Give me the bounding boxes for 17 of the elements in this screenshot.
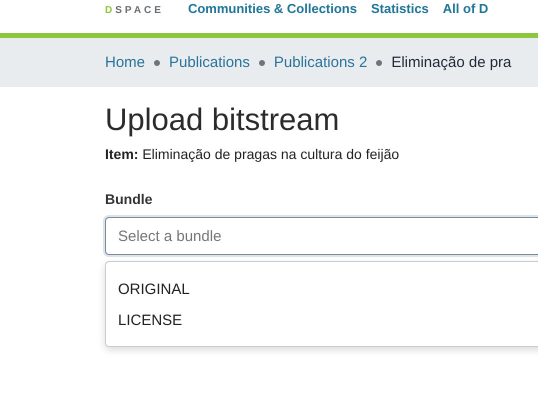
dropdown-option[interactable]: ORIGINAL	[106, 274, 538, 305]
separator-dot-icon	[258, 60, 265, 66]
separator-dot-icon	[376, 60, 382, 66]
nav-link[interactable]: Communities & Collections	[188, 1, 357, 16]
dspace-logo[interactable]: D SPACE	[105, 5, 164, 16]
dropdown-option[interactable]: LICENSE	[106, 305, 538, 336]
page-title: Upload bitstream	[105, 102, 340, 138]
nav-link[interactable]: Statistics	[370, 1, 429, 16]
item-text: Item: Eliminação de pragas na cultura do feijão	[105, 146, 400, 162]
nav-link[interactable]: All of D	[442, 1, 488, 16]
bundle-field[interactable]: Select a bundle	[105, 217, 538, 255]
breadcrumb-current: Eliminação de pra	[391, 54, 512, 71]
breadcrumb-link[interactable]: Publications	[169, 54, 250, 71]
bundle-label: Bundle	[105, 191, 154, 207]
separator-dot-icon	[154, 60, 160, 66]
breadcrumb-link[interactable]: Home	[105, 54, 146, 71]
breadcrumb-link[interactable]: Publications 2	[274, 54, 368, 71]
